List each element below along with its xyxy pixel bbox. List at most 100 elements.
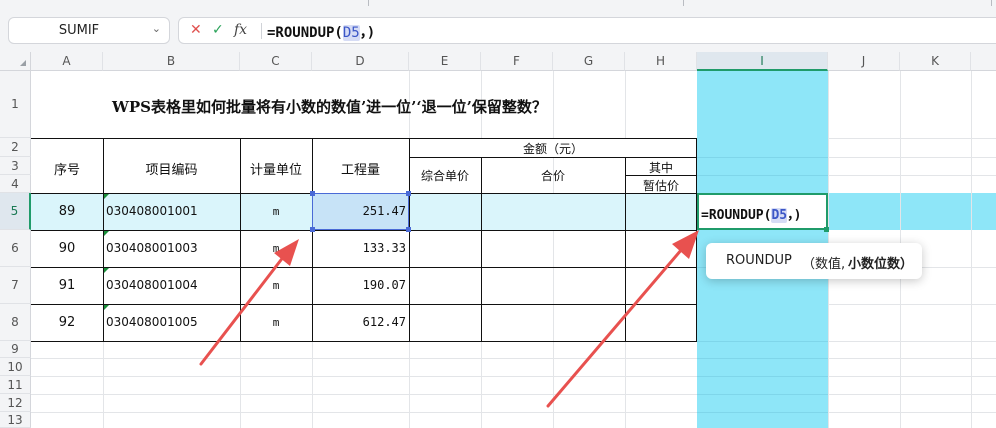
cell-qty[interactable]: 612.47 <box>312 315 409 329</box>
cell-unit[interactable]: m <box>240 316 312 329</box>
formula-separator <box>261 23 262 39</box>
row-header-13[interactable]: 13 <box>0 412 31 428</box>
grid-line <box>240 341 241 428</box>
cell-unit[interactable]: m <box>240 279 312 292</box>
header-of-which[interactable]: 其中 <box>625 159 697 176</box>
confirm-icon[interactable]: ✓ <box>212 22 224 38</box>
grid-line <box>828 138 996 139</box>
editor-formula-prefix: =ROUNDUP( <box>701 208 772 223</box>
row-header-9[interactable]: 9 <box>0 341 31 358</box>
header-seq[interactable]: 序号 <box>31 159 103 178</box>
header-qty[interactable]: 工程量 <box>312 159 409 178</box>
ref-handle[interactable] <box>406 227 411 232</box>
ref-handle[interactable] <box>310 227 315 232</box>
ref-handle[interactable] <box>310 191 315 196</box>
grid-line <box>697 341 828 342</box>
grid-line <box>828 304 996 305</box>
cancel-icon[interactable]: ✕ <box>190 22 202 38</box>
header-amount[interactable]: 金额（元） <box>409 140 697 157</box>
select-all-corner[interactable] <box>0 52 31 71</box>
text-number-marker <box>104 268 109 273</box>
grid-line <box>828 376 996 377</box>
editor-formula-text: =ROUNDUP(D5，) <box>701 204 801 223</box>
grid-line <box>828 412 996 413</box>
row-header-11[interactable]: 11 <box>0 376 31 394</box>
corner-triangle-icon <box>20 60 26 66</box>
grid-line <box>553 230 554 341</box>
grid-line <box>697 394 828 395</box>
cell-unit[interactable]: m <box>240 205 312 218</box>
grid-line <box>625 341 626 428</box>
column-header-a[interactable]: A <box>31 52 103 71</box>
name-box[interactable]: SUMIF ⌄ <box>8 17 170 44</box>
cell-seq[interactable]: 90 <box>31 241 103 256</box>
grid-line <box>971 71 972 428</box>
column-header-g[interactable]: G <box>553 52 625 71</box>
column-header-i[interactable]: I <box>697 52 828 71</box>
editor-formula-ref: D5 <box>771 208 788 223</box>
row-header-4[interactable]: 4 <box>0 175 31 193</box>
row-header-10[interactable]: 10 <box>0 358 31 376</box>
grid-line <box>697 175 828 176</box>
column-header-k[interactable]: K <box>900 52 971 71</box>
fx-icon[interactable]: fx <box>234 22 247 38</box>
table-border <box>31 341 697 342</box>
grid-line <box>409 341 410 428</box>
header-unit[interactable]: 计量单位 <box>240 159 312 178</box>
sheet-title[interactable]: WPS表格里如何批量将有小数的数值’进一位’‘退一位’保留整数？ <box>112 96 547 117</box>
grid-line <box>31 358 697 359</box>
header-provisional[interactable]: 暂估价 <box>625 177 697 194</box>
grid-line <box>828 341 996 342</box>
toolbar-edge-tick <box>683 0 684 6</box>
text-number-marker <box>104 231 109 236</box>
fill-handle[interactable] <box>824 227 829 232</box>
cell-qty[interactable]: 190.07 <box>312 278 409 292</box>
cell-code[interactable]: 030408001004 <box>103 278 240 292</box>
grid-line <box>481 341 482 428</box>
ref-handle[interactable] <box>406 191 411 196</box>
cell-seq[interactable]: 89 <box>31 204 103 219</box>
grid-line <box>103 341 104 428</box>
cell-seq[interactable]: 92 <box>31 315 103 330</box>
red-arrow-icon <box>546 230 699 408</box>
cell-code[interactable]: 030408001003 <box>103 241 240 255</box>
row-header-7[interactable]: 7 <box>0 267 31 304</box>
header-code[interactable]: 项目编码 <box>103 159 240 178</box>
formula-text[interactable]: =ROUNDUP(D5，) <box>267 22 375 42</box>
header-unit-price[interactable]: 综合单价 <box>409 167 481 184</box>
row-header-6[interactable]: 6 <box>0 230 31 267</box>
chevron-down-icon[interactable]: ⌄ <box>152 22 161 35</box>
cell-code[interactable]: 030408001005 <box>103 315 240 329</box>
column-header-c[interactable]: C <box>240 52 312 71</box>
column-header-j[interactable]: J <box>828 52 900 71</box>
row-header-3[interactable]: 3 <box>0 157 31 175</box>
grid-line <box>697 157 828 158</box>
row-header-2[interactable]: 2 <box>0 138 31 157</box>
active-cell-editor[interactable]: =ROUNDUP(D5，) <box>697 193 828 230</box>
header-total[interactable]: 合价 <box>481 167 625 184</box>
column-header-more[interactable] <box>971 52 996 71</box>
tooltip-arg-digits: 小数位数） <box>848 257 914 272</box>
row-header-1[interactable]: 1 <box>0 71 31 138</box>
cell-unit[interactable]: m <box>240 242 312 255</box>
column-header-d[interactable]: D <box>312 52 409 71</box>
column-header-h[interactable]: H <box>625 52 697 71</box>
column-header-b[interactable]: B <box>103 52 240 71</box>
formula-input[interactable]: ✕ ✓ fx =ROUNDUP(D5，) <box>178 17 996 44</box>
column-header-f[interactable]: F <box>481 52 553 71</box>
grid-line <box>828 175 996 176</box>
cell-code[interactable]: 030408001001 <box>103 204 240 218</box>
table-border <box>409 157 697 158</box>
formula-prefix: =ROUNDUP( <box>267 25 343 41</box>
row-header-12[interactable]: 12 <box>0 394 31 412</box>
row-header-8[interactable]: 8 <box>0 304 31 341</box>
red-arrow-icon <box>199 239 299 366</box>
grid-line <box>553 71 554 138</box>
cell-qty[interactable]: 133.33 <box>312 241 409 255</box>
grid-line <box>625 71 626 138</box>
cell-seq[interactable]: 91 <box>31 278 103 293</box>
table-border <box>31 304 697 305</box>
row-header-5[interactable]: 5 <box>0 193 31 230</box>
column-header-e[interactable]: E <box>409 52 481 71</box>
grid-line <box>553 341 554 428</box>
